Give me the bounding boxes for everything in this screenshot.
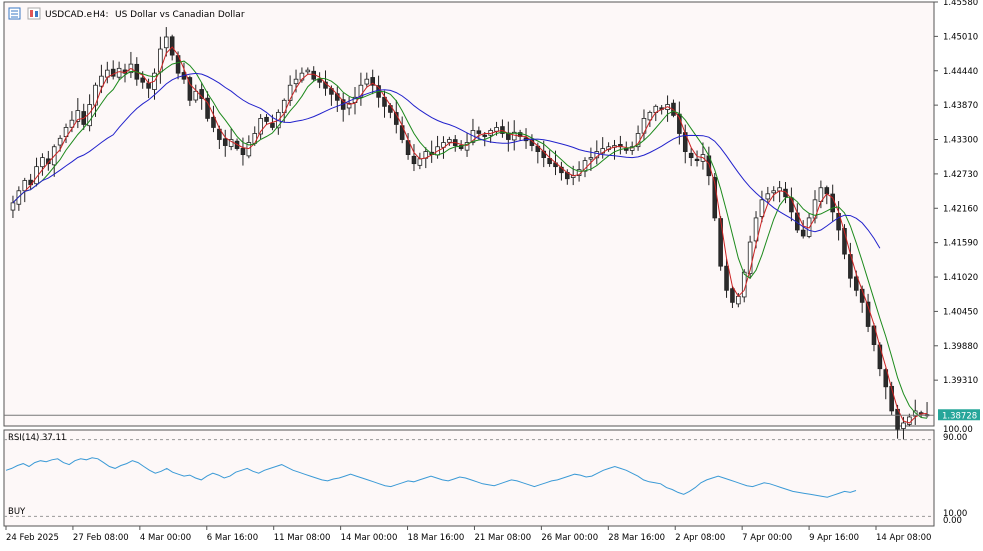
- candle-body: [22, 180, 28, 192]
- y-tick-label: 1.42160: [943, 204, 978, 214]
- chart-timeframe: H4:: [93, 10, 109, 20]
- candle-body: [146, 82, 151, 89]
- candle-body: [305, 69, 311, 73]
- candle-body: [99, 75, 104, 87]
- x-tick-label: 11 Mar 08:00: [274, 533, 331, 543]
- price-pane[interactable]: [3, 1, 935, 427]
- chart-canvas[interactable]: 1.45580 1.45010 1.44440 1.43870 1.43300 1.427…: [0, 0, 983, 548]
- candle-body: [694, 158, 700, 162]
- y-tick-label: 1.41020: [943, 273, 978, 283]
- candle-body: [270, 122, 275, 128]
- x-tick-label: 14 Mar 00:00: [341, 533, 398, 543]
- candle-body: [40, 157, 45, 168]
- candle-body: [57, 137, 63, 146]
- y-tick-label: 1.43870: [943, 101, 978, 111]
- candle-body: [724, 265, 729, 291]
- y-tick-label: 1.41590: [943, 239, 978, 249]
- chart-type-icon[interactable]: [27, 7, 41, 20]
- candle-body: [800, 229, 806, 237]
- rsi-level-90: 90.00: [943, 433, 967, 443]
- x-tick-label: 6 Mar 16:00: [207, 533, 258, 543]
- rsi-signal: BUY: [8, 507, 26, 517]
- candle-body: [588, 157, 594, 160]
- x-tick-label: 9 Apr 16:00: [809, 533, 859, 543]
- x-tick-label: 24 Feb 2025: [6, 533, 59, 543]
- candle-body: [688, 152, 694, 159]
- rsi-level-0: 0.00: [943, 516, 962, 526]
- candle-body: [765, 193, 771, 200]
- candle-body: [824, 187, 830, 195]
- candle-body: [736, 295, 741, 305]
- candle-body: [240, 148, 246, 155]
- x-tick-label: 28 Mar 16:00: [608, 533, 665, 543]
- candle-body: [877, 344, 883, 370]
- y-tick-label: 1.45580: [943, 0, 978, 8]
- y-tick-label: 1.39880: [943, 342, 978, 352]
- y-tick-label: 1.45010: [943, 32, 978, 42]
- candle-body: [759, 199, 765, 217]
- candle-body: [494, 127, 499, 132]
- candle-body: [447, 139, 452, 143]
- x-tick-label: 21 Mar 08:00: [474, 533, 531, 543]
- candle-body: [417, 158, 423, 166]
- x-tick-label: 2 Apr 08:00: [675, 533, 725, 543]
- candle-body: [193, 90, 199, 101]
- y-tick-label: 1.43300: [943, 136, 978, 146]
- candle-body: [364, 78, 370, 85]
- x-tick-label: 18 Mar 16:00: [408, 533, 465, 543]
- chart-symbol: USDCAD.e: [45, 10, 92, 20]
- candle-body: [482, 134, 488, 137]
- candle-body: [169, 36, 175, 56]
- candle-body: [901, 422, 906, 429]
- rsi-pane[interactable]: [3, 429, 935, 527]
- rsi-label: RSI(14) 37.11: [8, 433, 66, 443]
- candle-body: [293, 78, 299, 85]
- x-tick-label: 27 Feb 08:00: [73, 533, 129, 543]
- candle-body: [163, 36, 169, 49]
- chart-description: US Dollar vs Canadian Dollar: [115, 10, 245, 20]
- y-tick-label: 1.39310: [943, 376, 978, 386]
- candle-body: [116, 67, 122, 78]
- x-tick-label: 14 Apr 08:00: [876, 533, 931, 543]
- candle-body: [10, 202, 16, 211]
- x-tick-label: 4 Mar 00:00: [140, 533, 191, 543]
- chart-header: USDCAD.e H4: US Dollar vs Canadian Dolla…: [8, 7, 245, 20]
- candle-body: [730, 288, 735, 303]
- candle-body: [222, 138, 228, 146]
- candle-body: [476, 130, 482, 134]
- candle-body: [411, 155, 417, 165]
- x-tick-label: 26 Mar 00:00: [541, 533, 598, 543]
- y-tick-label: 1.42730: [943, 170, 978, 180]
- candle-body: [158, 48, 163, 73]
- x-tick-label: 7 Apr 00:00: [742, 533, 792, 543]
- y-tick-label: 1.40450: [943, 307, 978, 317]
- candle-body: [771, 190, 777, 194]
- chart-area[interactable]: 1.45580 1.45010 1.44440 1.43870 1.43300 1.427…: [0, 0, 983, 548]
- current-price-label: 1.38728: [942, 411, 977, 421]
- candle-body: [140, 77, 145, 83]
- candle-body: [264, 116, 269, 122]
- y-tick-label: 1.44440: [943, 67, 978, 77]
